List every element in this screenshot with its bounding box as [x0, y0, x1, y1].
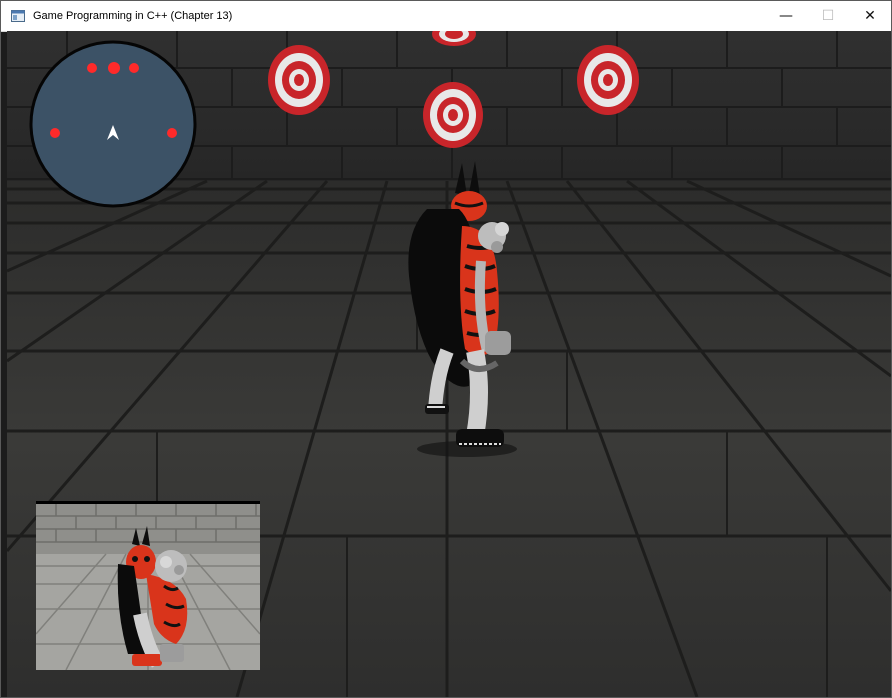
- radar-blip: [50, 128, 60, 138]
- target-left: [268, 45, 330, 115]
- game-viewport[interactable]: [7, 31, 891, 697]
- radar-blip: [167, 128, 177, 138]
- target-right: [577, 45, 639, 115]
- close-button[interactable]: ✕: [849, 1, 891, 31]
- radar-blip: [129, 63, 139, 73]
- minimize-icon: —: [779, 8, 793, 24]
- game-window: Game Programming in C++ (Chapter 13) — ☐…: [0, 0, 892, 698]
- close-icon: ✕: [864, 8, 876, 24]
- target-center: [423, 82, 483, 148]
- maximize-button[interactable]: ☐: [807, 1, 849, 31]
- radar-hud: [29, 40, 197, 208]
- minimize-button[interactable]: —: [765, 1, 807, 31]
- maximize-icon: ☐: [821, 8, 835, 24]
- radar-blip: [87, 63, 97, 73]
- radar-blip: [108, 62, 120, 74]
- title-bar[interactable]: Game Programming in C++ (Chapter 13) — ☐…: [1, 1, 891, 32]
- window-title: Game Programming in C++ (Chapter 13): [33, 10, 233, 22]
- window-controls: — ☐ ✕: [765, 1, 891, 31]
- window-app-icon[interactable]: [11, 10, 25, 22]
- mirror-view: [36, 501, 260, 670]
